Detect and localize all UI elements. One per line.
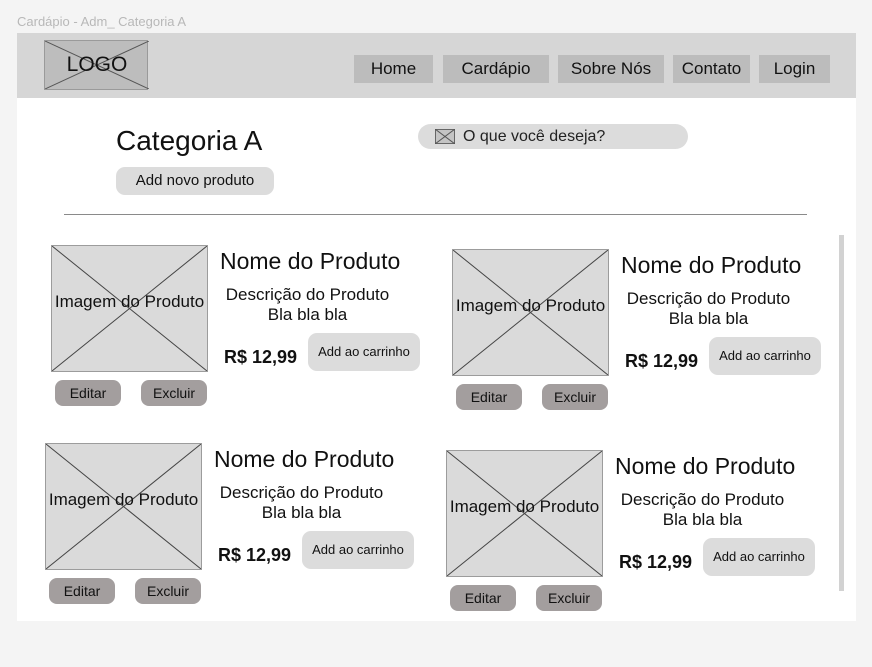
nav-home[interactable]: Home [354, 55, 433, 83]
product-price: R$ 12,99 [625, 351, 699, 371]
product-name: Nome do Produto [220, 248, 401, 274]
product-image-label: Imagem do Produto [455, 296, 606, 315]
product-image: Imagem do Produto [45, 443, 202, 570]
page-title: Categoria A [116, 125, 263, 156]
add-to-cart-button[interactable]: Add ao carrinho [308, 333, 420, 371]
product-image: Imagem do Produto [446, 450, 603, 577]
product-image: Imagem do Produto [452, 249, 609, 376]
product-image-label: Imagem do Produto [48, 490, 199, 509]
scrollbar[interactable] [839, 235, 844, 591]
product-card: Imagem do Produto Nome do Produto Descri… [51, 245, 431, 415]
product-name: Nome do Produto [615, 453, 796, 479]
delete-button[interactable]: Excluir [536, 585, 602, 611]
product-description: Descrição do Produto Bla bla bla [626, 289, 791, 328]
delete-button[interactable]: Excluir [135, 578, 201, 604]
product-price: R$ 12,99 [224, 347, 298, 367]
product-name: Nome do Produto [214, 446, 395, 472]
product-price: R$ 12,99 [218, 545, 292, 565]
search-input[interactable]: O que você deseja? [418, 124, 688, 149]
product-description: Descrição do Produto Bla bla bla [225, 285, 390, 324]
nav-login[interactable]: Login [759, 55, 830, 83]
product-image-label: Imagem do Produto [449, 497, 600, 516]
edit-button[interactable]: Editar [49, 578, 115, 604]
product-card: Imagem do Produto Nome do Produto Descri… [45, 443, 425, 613]
product-card: Imagem do Produto Nome do Produto Descri… [452, 249, 832, 419]
header-bar: LOGO Home Cardápio Sobre Nós Contato Log… [17, 33, 856, 98]
frame-label: Cardápio - Adm_ Categoria A [17, 14, 187, 29]
logo-text: LOGO [66, 53, 128, 76]
product-image: Imagem do Produto [51, 245, 208, 372]
add-to-cart-button[interactable]: Add ao carrinho [709, 337, 821, 375]
divider [64, 214, 807, 215]
product-image-label: Imagem do Produto [54, 292, 205, 311]
product-price: R$ 12,99 [619, 552, 693, 572]
add-product-button[interactable]: Add novo produto [116, 167, 274, 195]
nav-contato[interactable]: Contato [673, 55, 750, 83]
search-placeholder: O que você deseja? [463, 128, 606, 145]
image-placeholder-icon [435, 129, 455, 144]
product-card: Imagem do Produto Nome do Produto Descri… [446, 450, 826, 620]
page-frame: LOGO Home Cardápio Sobre Nós Contato Log… [17, 33, 856, 621]
edit-button[interactable]: Editar [55, 380, 121, 406]
nav-cardapio[interactable]: Cardápio [443, 55, 549, 83]
edit-button[interactable]: Editar [456, 384, 522, 410]
logo[interactable]: LOGO [44, 40, 149, 90]
product-description: Descrição do Produto Bla bla bla [620, 490, 785, 529]
nav-sobre-nos[interactable]: Sobre Nós [558, 55, 664, 83]
add-to-cart-button[interactable]: Add ao carrinho [302, 531, 414, 569]
product-description: Descrição do Produto Bla bla bla [219, 483, 384, 522]
delete-button[interactable]: Excluir [141, 380, 207, 406]
delete-button[interactable]: Excluir [542, 384, 608, 410]
product-name: Nome do Produto [621, 252, 802, 278]
add-to-cart-button[interactable]: Add ao carrinho [703, 538, 815, 576]
edit-button[interactable]: Editar [450, 585, 516, 611]
